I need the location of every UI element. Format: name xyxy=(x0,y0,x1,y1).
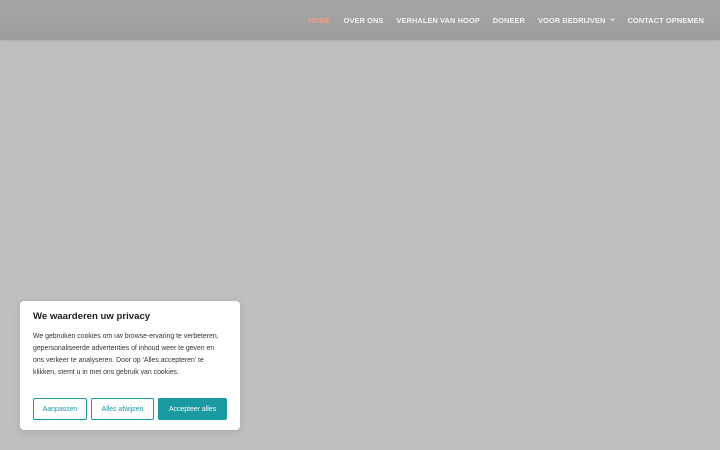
cookie-banner-text: We gebruiken cookies om uw browse-ervari… xyxy=(33,333,219,376)
nav-item-over-ons[interactable]: OVER ONS xyxy=(344,16,384,25)
cookie-consent-banner: We waarderen uw privacy We gebruiken coo… xyxy=(20,301,240,430)
nav-item-verhalen-van-hoop[interactable]: VERHALEN VAN HOOP xyxy=(396,16,479,25)
nav-item-label: HOME xyxy=(308,15,331,25)
nav-item-contact-opnemen[interactable]: CONTACT OPNEMEN xyxy=(628,16,705,25)
accept-all-button[interactable]: Accepteer alles xyxy=(158,398,227,420)
customize-button[interactable]: Aanpassen xyxy=(33,398,87,420)
nav-item-doneer[interactable]: DONEER xyxy=(493,16,525,25)
cookie-banner-actions: Aanpassen Alles afwijzen Accepteer alles xyxy=(33,398,227,420)
reject-all-button[interactable]: Alles afwijzen xyxy=(91,398,154,420)
site-header: HOME OVER ONS VERHALEN VAN HOOP DONEER V… xyxy=(0,0,720,40)
nav-item-label: DONEER xyxy=(492,15,525,25)
nav-item-label: OVER ONS xyxy=(343,15,384,25)
chevron-down-icon xyxy=(609,17,615,22)
nav-item-label: VOOR BEDRIJVEN xyxy=(537,15,606,25)
page: HOME OVER ONS VERHALEN VAN HOOP DONEER V… xyxy=(0,0,720,450)
nav-item-label: CONTACT OPNEMEN xyxy=(627,15,704,25)
main-navigation: HOME OVER ONS VERHALEN VAN HOOP DONEER V… xyxy=(308,0,704,40)
nav-item-home[interactable]: HOME xyxy=(308,16,331,25)
cookie-banner-title: We waarderen uw privacy xyxy=(33,311,151,322)
nav-item-label: VERHALEN VAN HOOP xyxy=(396,15,480,25)
nav-item-voor-bedrijven[interactable]: VOOR BEDRIJVEN xyxy=(538,16,615,25)
